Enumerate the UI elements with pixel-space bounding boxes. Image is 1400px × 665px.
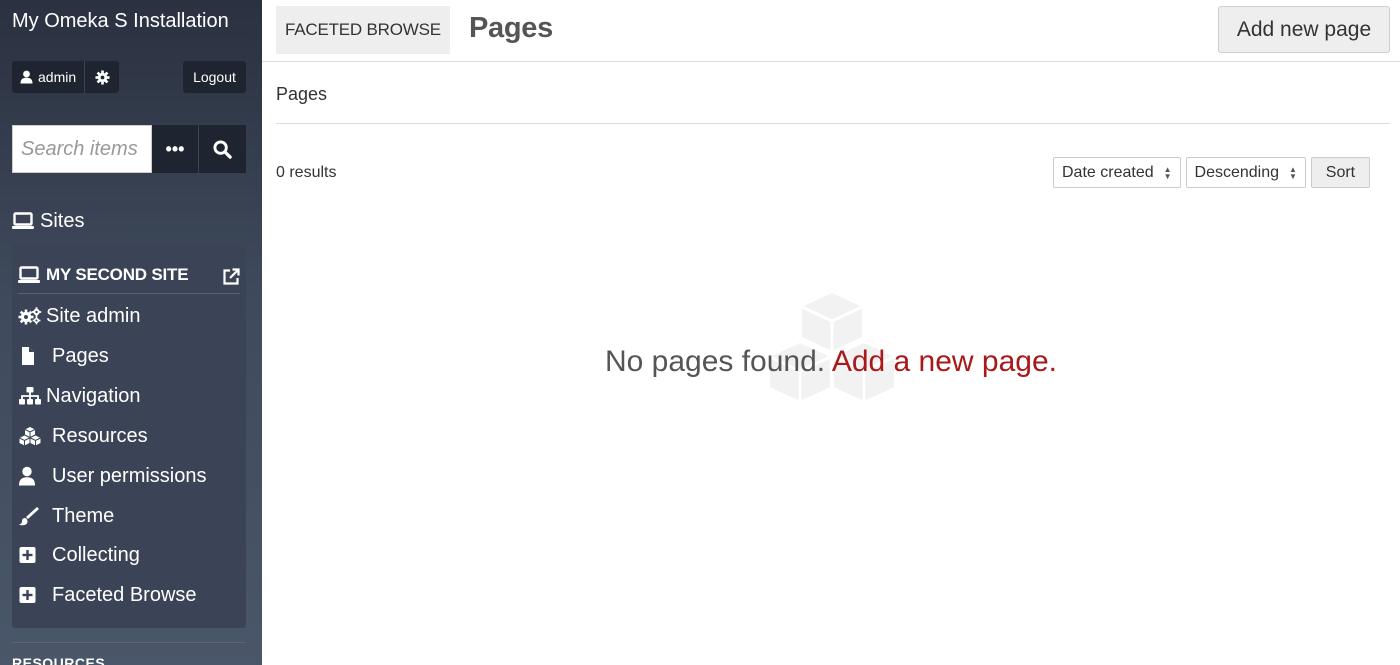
sidebar-item-label: User permissions	[52, 464, 207, 487]
user-bar: admin	[12, 61, 120, 93]
add-new-page-link[interactable]: Add a new page.	[832, 345, 1057, 378]
main-content: FACETED BROWSE Pages Add new page Pages …	[262, 0, 1400, 665]
sort-order-select[interactable]: Descending ▲ ▼	[1185, 157, 1306, 188]
sidebar-item-resources[interactable]: Resources	[18, 421, 148, 451]
site-name-heading: MY SECOND SITE	[18, 256, 240, 294]
gear-icon	[95, 69, 110, 85]
user-profile-button[interactable]: admin	[12, 61, 86, 93]
user-settings-button[interactable]	[85, 61, 120, 93]
file-icon	[18, 346, 46, 366]
logout-button[interactable]: Logout	[183, 61, 246, 93]
sort-by-value: Date created	[1062, 163, 1154, 181]
breadcrumb-divider	[276, 123, 1390, 124]
sidebar-item-label: Resources	[52, 424, 148, 447]
user-icon	[18, 466, 46, 486]
sidebar-item-sites[interactable]: Sites	[12, 207, 84, 235]
sidebar-item-label: Faceted Browse	[52, 583, 197, 606]
sidebar-item-label: Pages	[52, 344, 109, 367]
empty-message: No pages found. Add a new page.	[262, 345, 1400, 379]
laptop-icon	[12, 212, 40, 230]
search-submit-button[interactable]	[199, 125, 246, 173]
user-icon	[20, 70, 33, 84]
cubes-icon	[18, 426, 46, 446]
site-name[interactable]: MY SECOND SITE	[46, 265, 189, 285]
search-input[interactable]	[12, 125, 152, 173]
search-icon	[213, 139, 232, 159]
cogs-icon	[18, 307, 46, 325]
advanced-search-button[interactable]: •••	[152, 125, 199, 173]
installation-title[interactable]: My Omeka S Installation	[12, 10, 229, 33]
sidebar: My Omeka S Installation admin Logout •••	[0, 0, 262, 665]
site-panel: MY SECOND SITE Site admin Pages Navigati…	[12, 244, 246, 628]
sidebar-item-theme[interactable]: Theme	[18, 501, 114, 531]
sidebar-item-label: Navigation	[46, 384, 141, 407]
breadcrumb: Pages	[276, 84, 328, 104]
sidebar-item-label: Sites	[40, 209, 85, 232]
sidebar-item-collecting[interactable]: Collecting	[18, 540, 140, 570]
ellipsis-icon: •••	[165, 138, 185, 159]
add-new-page-button[interactable]: Add new page	[1218, 6, 1390, 53]
select-arrows-icon: ▲ ▼	[1163, 164, 1172, 181]
sidebar-divider	[12, 642, 246, 643]
page-header: FACETED BROWSE Pages Add new page	[262, 0, 1400, 62]
select-arrows-icon: ▲ ▼	[1289, 164, 1297, 181]
plus-square-icon	[18, 545, 46, 565]
resources-heading: RESOURCES	[12, 655, 106, 665]
external-link-icon[interactable]	[222, 268, 240, 286]
page-title: Pages	[469, 12, 553, 44]
no-resources-panel: No pages found. Add a new page.	[262, 283, 1400, 413]
sort-button[interactable]: Sort	[1310, 157, 1370, 188]
user-name: admin	[38, 69, 77, 85]
sort-order-value: Descending	[1194, 163, 1280, 181]
sidebar-item-faceted-browse[interactable]: Faceted Browse	[18, 580, 197, 610]
search-form: •••	[12, 125, 246, 173]
sidebar-item-site-admin[interactable]: Site admin	[18, 301, 141, 331]
sort-controls: Date created ▲ ▼ Descending ▲ ▼ Sort	[1053, 157, 1370, 188]
paintbrush-icon	[18, 506, 46, 526]
sidebar-item-label: Collecting	[52, 543, 140, 566]
module-label: FACETED BROWSE	[276, 6, 450, 54]
results-count: 0 results	[276, 164, 337, 181]
sort-by-select[interactable]: Date created ▲ ▼	[1053, 157, 1181, 188]
sidebar-item-navigation[interactable]: Navigation	[18, 381, 141, 411]
sitemap-icon	[18, 386, 46, 406]
sidebar-item-user-permissions[interactable]: User permissions	[18, 461, 206, 491]
empty-message-text: No pages found.	[604, 345, 826, 378]
laptop-icon	[18, 265, 40, 284]
sidebar-item-label: Theme	[52, 504, 115, 527]
sidebar-item-pages[interactable]: Pages	[18, 341, 109, 371]
plus-square-icon	[18, 585, 46, 605]
sidebar-item-label: Site admin	[46, 304, 141, 327]
